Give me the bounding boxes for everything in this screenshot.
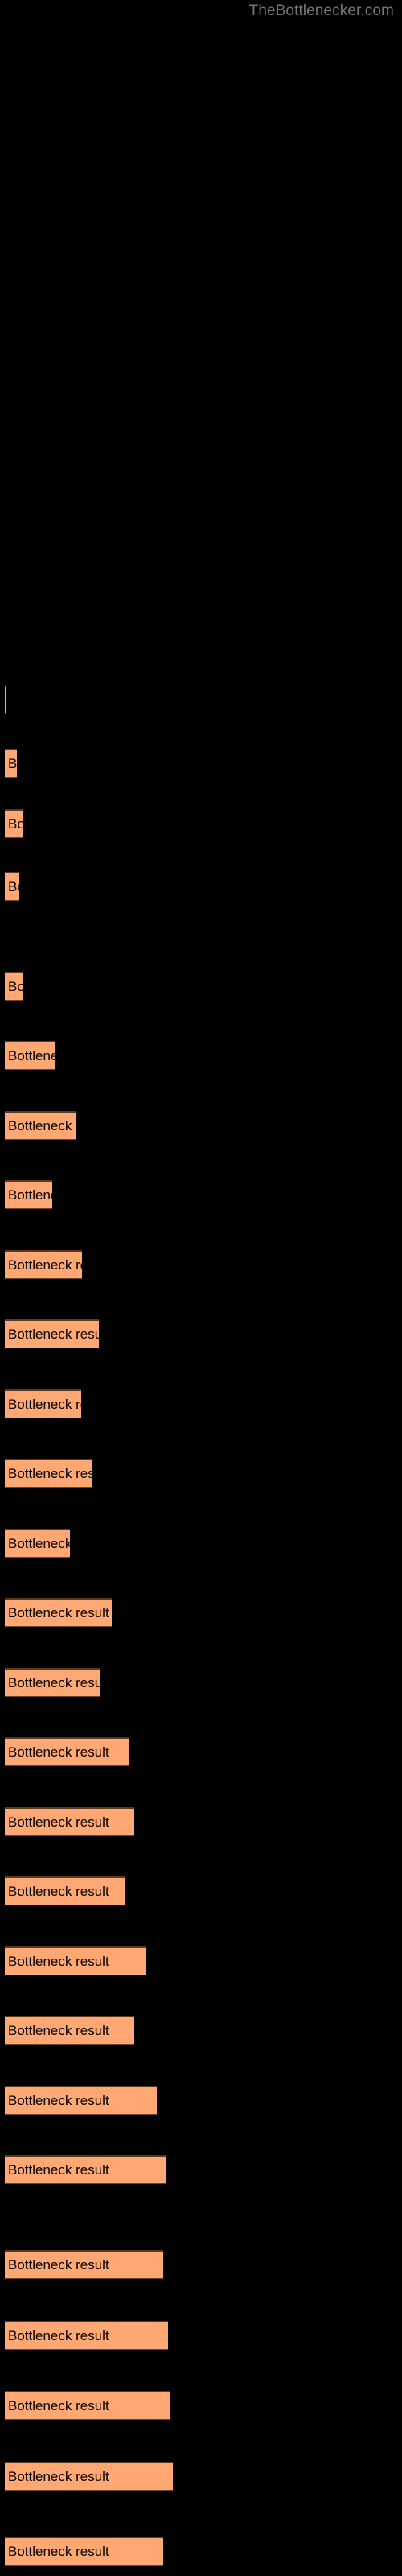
bar-4[interactable]: Bottleneck result: [5, 872, 19, 901]
bar-label-11: Bottleneck result: [8, 1396, 81, 1412]
bar-10[interactable]: Bottleneck result: [5, 1319, 99, 1348]
bar-12[interactable]: Bottleneck result: [5, 1459, 92, 1488]
bar-label-16: Bottleneck result: [8, 1744, 109, 1760]
bar-label-6: Bottleneck result: [8, 1047, 55, 1063]
bar-label-9: Bottleneck result: [8, 1257, 82, 1273]
bar-row: Bottleneck result: [0, 2155, 402, 2184]
bar-label-13: Bottleneck result: [8, 1535, 70, 1551]
bar-row: Bottleneck result: [0, 1180, 402, 1209]
bar-20[interactable]: Bottleneck result: [5, 2016, 134, 2045]
bar-15[interactable]: Bottleneck result: [5, 1668, 100, 1697]
bar-label-25: Bottleneck result: [8, 2397, 109, 2413]
bar-label-19: Bottleneck result: [8, 1953, 109, 1969]
bar-label-7: Bottleneck result: [8, 1117, 76, 1133]
bar-row: Bottleneck result: [0, 1876, 402, 1905]
bar-25[interactable]: Bottleneck result: [5, 2391, 170, 2420]
bar-17[interactable]: Bottleneck result: [5, 1807, 134, 1836]
bar-2[interactable]: Bottleneck result: [5, 749, 17, 778]
bar-row: Bottleneck result: [0, 809, 402, 838]
bar-11[interactable]: Bottleneck result: [5, 1389, 81, 1418]
bar-label-18: Bottleneck result: [8, 1883, 109, 1899]
bar-label-14: Bottleneck result: [8, 1604, 109, 1620]
bar-label-4: Bottleneck result: [8, 878, 19, 894]
bar-row: Bottleneck result: [0, 1111, 402, 1140]
bar-label-24: Bottleneck result: [8, 2327, 109, 2343]
bar-label-20: Bottleneck result: [8, 2022, 109, 2038]
bar-6[interactable]: Bottleneck result: [5, 1041, 55, 1070]
bar-row: Bottleneck result: [0, 2250, 402, 2279]
bar-9[interactable]: Bottleneck result: [5, 1250, 82, 1279]
bar-18[interactable]: Bottleneck result: [5, 1876, 125, 1905]
bar-label-27: Bottleneck result: [8, 2543, 109, 2559]
bar-27[interactable]: Bottleneck result: [5, 2537, 163, 2566]
bar-row: Bottleneck result: [0, 2086, 402, 2115]
bar-7[interactable]: Bottleneck result: [5, 1111, 76, 1140]
bar-row: Bottleneck result: [0, 1946, 402, 1975]
bar-label-21: Bottleneck result: [8, 2092, 109, 2108]
bar-row: Bottleneck result: [0, 685, 402, 714]
bar-row: Bottleneck result: [0, 2537, 402, 2566]
bar-label-10: Bottleneck result: [8, 1326, 99, 1342]
bar-23[interactable]: Bottleneck result: [5, 2250, 163, 2279]
bar-21[interactable]: Bottleneck result: [5, 2086, 157, 2115]
bar-row: Bottleneck result: [0, 1737, 402, 1766]
bar-14[interactable]: Bottleneck result: [5, 1598, 112, 1627]
bar-row: Bottleneck result: [0, 2391, 402, 2420]
bar-row: Bottleneck result: [0, 1389, 402, 1418]
bar-label-15: Bottleneck result: [8, 1674, 100, 1690]
bar-26[interactable]: Bottleneck result: [5, 2462, 173, 2491]
bar-5[interactable]: Bottleneck result: [5, 972, 23, 1001]
bar-3[interactable]: Bottleneck result: [5, 809, 23, 838]
bar-row: Bottleneck result: [0, 1529, 402, 1558]
bar-label-17: Bottleneck result: [8, 1814, 109, 1830]
bar-row: Bottleneck result: [0, 749, 402, 778]
bar-chart-plot-area: Bottleneck result Bottleneck result Bottle…: [0, 0, 402, 2576]
bar-row: Bottleneck result: [0, 2462, 402, 2491]
bar-19[interactable]: Bottleneck result: [5, 1946, 146, 1975]
bar-22[interactable]: Bottleneck result: [5, 2155, 166, 2184]
bar-row: Bottleneck result: [0, 1668, 402, 1697]
bar-label-2: Bottleneck result: [8, 755, 17, 771]
bar-row: Bottleneck result: [0, 1598, 402, 1627]
bar-label-22: Bottleneck result: [8, 2161, 109, 2178]
bar-1[interactable]: Bottleneck result: [5, 685, 6, 714]
bar-16[interactable]: Bottleneck result: [5, 1737, 129, 1766]
bar-label-12: Bottleneck result: [8, 1465, 92, 1481]
bar-label-3: Bottleneck result: [8, 815, 23, 832]
bar-row: Bottleneck result: [0, 1807, 402, 1836]
bar-13[interactable]: Bottleneck result: [5, 1529, 70, 1558]
bar-row: Bottleneck result: [0, 2321, 402, 2350]
bar-label-8: Bottleneck result: [8, 1187, 52, 1203]
bar-row: Bottleneck result: [0, 1250, 402, 1279]
bar-row: Bottleneck result: [0, 972, 402, 1001]
bar-label-26: Bottleneck result: [8, 2468, 109, 2484]
bar-label-23: Bottleneck result: [8, 2256, 109, 2273]
bar-row: Bottleneck result: [0, 2016, 402, 2045]
bar-row: Bottleneck result: [0, 1041, 402, 1070]
bar-row: Bottleneck result: [0, 1459, 402, 1488]
bar-row: Bottleneck result: [0, 872, 402, 901]
bar-label-5: Bottleneck result: [8, 978, 23, 994]
chart-page: TheBottlenecker.com Bottleneck resultBot…: [0, 0, 402, 2576]
bar-24[interactable]: Bottleneck result: [5, 2321, 168, 2350]
bar-8[interactable]: Bottleneck result: [5, 1180, 52, 1209]
bar-row: Bottleneck result: [0, 1319, 402, 1348]
